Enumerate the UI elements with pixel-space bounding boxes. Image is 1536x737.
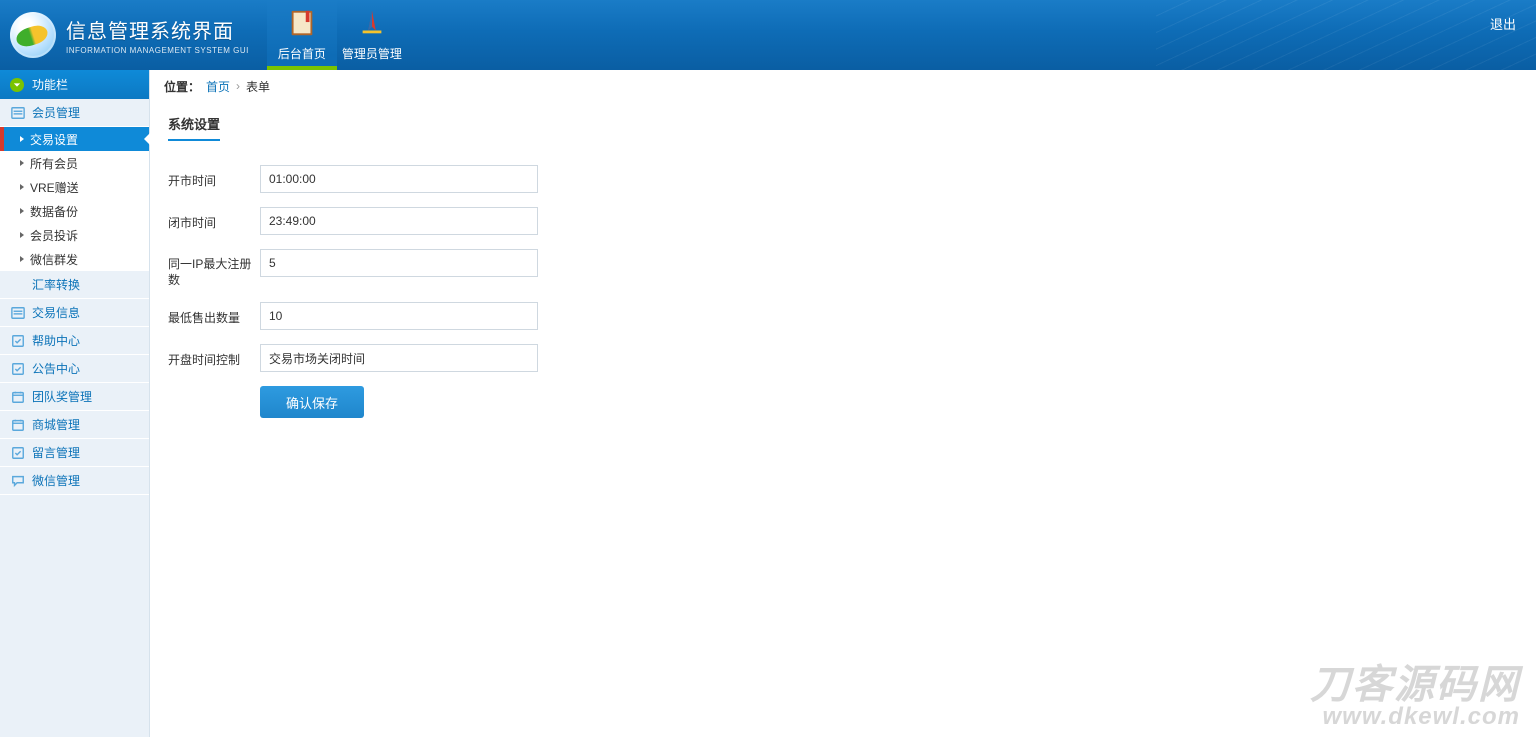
nav-group-team-reward[interactable]: 团队奖管理 (0, 383, 149, 411)
nav-group-mall[interactable]: 商城管理 (0, 411, 149, 439)
sidebar: 功能栏 会员管理 交易设置 所有会员 VRE赠送 数据备份 会员投诉 微信群发 … (0, 70, 150, 737)
settings-panel: 系统设置 开市时间 闭市时间 同一IP最大注册数 最低售出数量 (150, 102, 1536, 436)
app-header: 信息管理系统界面 INFORMATION MANAGEMENT SYSTEM G… (0, 0, 1536, 70)
top-nav: 后台首页 管理员管理 (267, 0, 407, 70)
nav-sub-all-members[interactable]: 所有会员 (0, 151, 149, 175)
settings-form: 开市时间 闭市时间 同一IP最大注册数 最低售出数量 开盘时间控制 (168, 165, 1518, 418)
label-open-time: 开市时间 (168, 165, 260, 189)
nav-group-label: 留言管理 (32, 444, 80, 461)
logo-icon (10, 12, 56, 58)
chat-icon (10, 278, 26, 292)
nav-group-label: 交易信息 (32, 304, 80, 321)
logout-link[interactable]: 退出 (1490, 14, 1516, 33)
active-notch (144, 133, 150, 145)
breadcrumb-prefix: 位置： (164, 78, 200, 95)
nav-sub-list: 交易设置 所有会员 VRE赠送 数据备份 会员投诉 微信群发 (0, 127, 149, 271)
content-area: 位置： 首页 › 表单 系统设置 开市时间 闭市时间 同一IP最大注册数 (150, 70, 1536, 737)
list-icon (10, 106, 26, 120)
input-open-time[interactable] (260, 165, 538, 193)
label-min-sell-qty: 最低售出数量 (168, 302, 260, 326)
edit-icon (10, 334, 26, 348)
nav-group-help[interactable]: 帮助中心 (0, 327, 149, 355)
breadcrumb-current: 表单 (246, 78, 270, 95)
edit-icon (10, 446, 26, 460)
input-min-sell-qty[interactable] (260, 302, 538, 330)
breadcrumb-home[interactable]: 首页 (206, 78, 230, 95)
compass-icon (357, 8, 387, 41)
nav-sub-label: 会员投诉 (30, 227, 78, 244)
input-max-ip-reg[interactable] (260, 249, 538, 277)
tab-home[interactable]: 后台首页 (267, 0, 337, 70)
nav-sub-complaint[interactable]: 会员投诉 (0, 223, 149, 247)
nav-sub-label: VRE赠送 (30, 179, 79, 196)
chat-icon (10, 474, 26, 488)
sidebar-header[interactable]: 功能栏 (0, 70, 149, 99)
tab-admin-label: 管理员管理 (342, 45, 402, 62)
nav-sub-label: 交易设置 (30, 131, 78, 148)
nav-sub-label: 所有会员 (30, 155, 78, 172)
nav-sub-data-backup[interactable]: 数据备份 (0, 199, 149, 223)
nav-group-label: 团队奖管理 (32, 388, 92, 405)
nav-group-announce[interactable]: 公告中心 (0, 355, 149, 383)
input-close-time[interactable] (260, 207, 538, 235)
submit-button[interactable]: 确认保存 (260, 386, 364, 418)
panel-title: 系统设置 (168, 102, 220, 141)
nav-group-label: 商城管理 (32, 416, 80, 433)
nav-group-label: 公告中心 (32, 360, 80, 377)
app-title-cn: 信息管理系统界面 (66, 15, 249, 44)
nav-group-trade-info[interactable]: 交易信息 (0, 299, 149, 327)
nav-group-wechat[interactable]: 微信管理 (0, 467, 149, 495)
nav-group-label: 微信管理 (32, 472, 80, 489)
nav-group-exchange[interactable]: 汇率转换 (0, 271, 149, 299)
app-title-en: INFORMATION MANAGEMENT SYSTEM GUI (66, 46, 249, 55)
tab-admin[interactable]: 管理员管理 (337, 0, 407, 70)
logo: 信息管理系统界面 INFORMATION MANAGEMENT SYSTEM G… (0, 0, 267, 70)
calendar-icon (10, 390, 26, 404)
label-close-time: 闭市时间 (168, 207, 260, 231)
edit-icon (10, 362, 26, 376)
nav-sub-vre-gift[interactable]: VRE赠送 (0, 175, 149, 199)
list-icon (10, 306, 26, 320)
nav-sub-wechat-mass[interactable]: 微信群发 (0, 247, 149, 271)
sidebar-header-label: 功能栏 (32, 76, 68, 93)
breadcrumb: 位置： 首页 › 表单 (150, 70, 1536, 102)
nav-group-label: 汇率转换 (32, 276, 80, 293)
nav-sub-label: 微信群发 (30, 251, 78, 268)
nav-group-label: 帮助中心 (32, 332, 80, 349)
nav-group-label: 会员管理 (32, 104, 80, 121)
calendar-icon (10, 418, 26, 432)
chevron-down-icon (10, 78, 24, 92)
input-market-ctrl[interactable] (260, 344, 538, 372)
tab-home-label: 后台首页 (278, 45, 326, 62)
label-max-ip-reg: 同一IP最大注册数 (168, 249, 260, 288)
breadcrumb-sep: › (236, 79, 240, 93)
nav-sub-label: 数据备份 (30, 203, 78, 220)
book-icon (287, 8, 317, 41)
nav-group-member[interactable]: 会员管理 (0, 99, 149, 127)
nav-sub-trade-settings[interactable]: 交易设置 (0, 127, 149, 151)
label-market-ctrl: 开盘时间控制 (168, 344, 260, 368)
nav-group-message[interactable]: 留言管理 (0, 439, 149, 467)
